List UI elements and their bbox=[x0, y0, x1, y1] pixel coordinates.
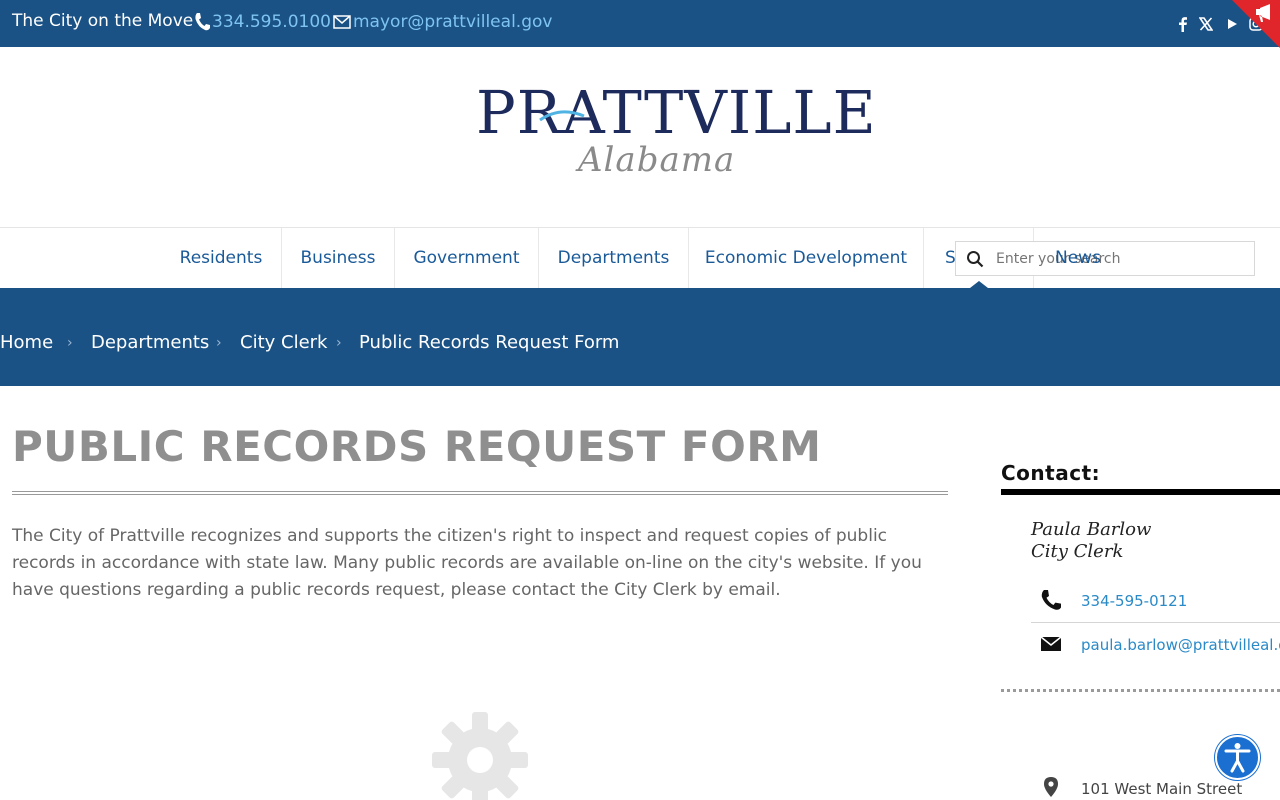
nav-government[interactable]: Government bbox=[395, 228, 539, 288]
intro-paragraph: The City of Prattville recognizes and su… bbox=[12, 526, 922, 600]
topbar-phone-link[interactable]: 334.595.0100 bbox=[212, 12, 331, 32]
contact-email-link[interactable]: paula.barlow@prattvilleal.gov bbox=[1081, 636, 1280, 654]
contact-name: Paula Barlow bbox=[1031, 519, 1152, 540]
contact-address: 101 West Main Street bbox=[1081, 780, 1243, 798]
page-title: PUBLIC RECORDS REQUEST FORM bbox=[12, 422, 822, 471]
accessibility-button[interactable] bbox=[1215, 735, 1260, 780]
site-logo[interactable]: PRATTVILLE Alabama bbox=[472, 78, 876, 192]
contact-divider bbox=[1031, 622, 1280, 623]
accessibility-icon bbox=[1224, 743, 1251, 773]
facebook-icon[interactable] bbox=[1176, 16, 1190, 32]
contact-phone-link[interactable]: 334-595-0121 bbox=[1081, 592, 1187, 610]
breadcrumb-home[interactable]: Home bbox=[0, 332, 53, 353]
breadcrumb-chevron-icon: › bbox=[67, 335, 73, 351]
logo-state: Alabama bbox=[578, 140, 736, 180]
breadcrumb-current: Public Records Request Form bbox=[359, 332, 620, 353]
announcement-icon[interactable] bbox=[1232, 0, 1280, 48]
map-pin-icon bbox=[1044, 777, 1058, 797]
search-icon[interactable] bbox=[966, 250, 984, 268]
mail-icon bbox=[333, 15, 351, 29]
contact-person: Paula Barlow City Clerk bbox=[1031, 519, 1151, 563]
top-bar: The City on the Move 334.595.0100 mayor@… bbox=[0, 0, 1280, 48]
phone-icon bbox=[195, 13, 210, 31]
sidebar-dotted-divider bbox=[1001, 689, 1280, 692]
search-input[interactable] bbox=[996, 248, 1246, 270]
logo-swoosh-icon bbox=[539, 110, 585, 122]
nav-news[interactable]: News bbox=[1055, 248, 1101, 268]
nav-departments[interactable]: Departments bbox=[539, 228, 689, 288]
contact-role: City Clerk bbox=[1031, 541, 1124, 562]
breadcrumb-departments[interactable]: Departments bbox=[91, 332, 209, 353]
search-field[interactable] bbox=[955, 241, 1255, 276]
site-tagline: The City on the Move bbox=[12, 11, 194, 31]
topbar-email-link[interactable]: mayor@prattvilleal.gov bbox=[353, 12, 552, 32]
phone-icon bbox=[1041, 590, 1061, 610]
logo-wordmark: PRATTVILLE bbox=[476, 78, 877, 147]
breadcrumb-city-clerk[interactable]: City Clerk bbox=[240, 332, 327, 353]
nav-economic-development[interactable]: Economic Development bbox=[689, 228, 924, 288]
title-divider bbox=[12, 491, 948, 495]
mail-icon bbox=[1040, 636, 1062, 651]
contact-heading: Contact: bbox=[1001, 461, 1101, 485]
breadcrumb: Home › Departments › City Clerk › Public… bbox=[0, 288, 1280, 386]
contact-heading-rule bbox=[1001, 489, 1280, 495]
breadcrumb-chevron-icon: › bbox=[336, 335, 342, 351]
search-pointer bbox=[970, 281, 988, 288]
breadcrumb-chevron-icon: › bbox=[216, 335, 222, 351]
x-icon[interactable] bbox=[1199, 16, 1213, 32]
nav-business[interactable]: Business bbox=[282, 228, 395, 288]
nav-residents[interactable]: Residents bbox=[161, 228, 282, 288]
loading-gear-icon bbox=[432, 712, 528, 800]
